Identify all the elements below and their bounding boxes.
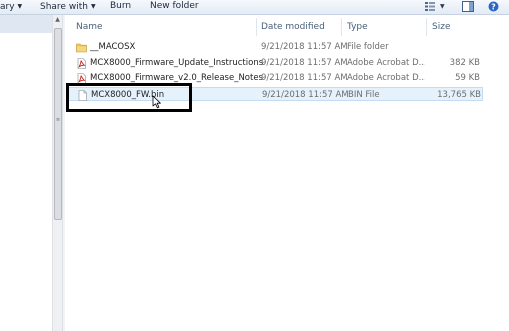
scroll-up-arrow-icon[interactable]: ▲ — [53, 15, 62, 25]
column-divider[interactable] — [256, 18, 257, 36]
file-size: 382 KB — [449, 58, 480, 68]
pane-splitter[interactable] — [63, 15, 65, 331]
scrollbar-grip-icon: ≡ — [55, 117, 61, 123]
share-with-button[interactable]: Share with ▼ — [40, 0, 96, 13]
navigation-pane[interactable] — [0, 15, 52, 331]
column-divider[interactable] — [426, 18, 427, 36]
new-folder-button[interactable]: New folder — [150, 0, 199, 13]
file-date-modified: 9/21/2018 11:57 AM — [261, 58, 348, 68]
file-type: Adobe Acrobat D... — [347, 58, 425, 68]
share-with-label: Share with — [40, 2, 88, 12]
navigation-pane-scrollbar[interactable]: ▲ ≡ — [52, 15, 63, 331]
organize-label: ary — [0, 2, 15, 12]
scrollbar-thumb[interactable]: ≡ — [54, 28, 62, 220]
column-divider[interactable] — [341, 18, 342, 36]
column-header-date-modified[interactable]: Date modified — [261, 18, 325, 36]
file-size: 59 KB — [455, 73, 480, 83]
column-header-name[interactable]: Name — [76, 18, 103, 36]
file-size — [428, 40, 480, 54]
file-name: __MACOSX — [90, 42, 136, 52]
view-options-icon[interactable] — [424, 1, 436, 12]
chevron-down-icon: ▼ — [90, 3, 96, 10]
navigation-pane-selected-item[interactable] — [0, 15, 52, 33]
file-type: Adobe Acrobat D... — [347, 73, 425, 83]
preview-pane-icon[interactable] — [462, 1, 474, 12]
file-date-modified: 9/21/2018 11:57 AM — [262, 90, 349, 100]
folder-icon — [76, 42, 87, 53]
help-icon[interactable]: ? — [488, 1, 499, 12]
command-bar: ary ▼ Share with ▼ Burn New folder ▼ ? — [0, 0, 509, 15]
annotation-highlight-box — [66, 83, 192, 112]
file-type: File folder — [347, 42, 389, 52]
organize-button[interactable]: ary ▼ — [0, 0, 22, 13]
file-row[interactable]: __MACOSX 9/21/2018 11:57 AM File folder — [68, 40, 483, 54]
file-name: MCX8000_Firmware_Update_Instructions — [90, 58, 264, 68]
file-size: 13,765 KB — [437, 90, 481, 100]
file-date-modified: 9/21/2018 11:57 AM — [261, 42, 348, 52]
file-type: BIN File — [348, 90, 380, 100]
burn-button[interactable]: Burn — [110, 0, 131, 13]
file-date-modified: 9/21/2018 11:57 AM — [261, 73, 348, 83]
mouse-cursor-icon — [152, 95, 162, 112]
view-menu-chevron-icon[interactable]: ▼ — [440, 1, 445, 12]
file-row[interactable]: MCX8000_Firmware_Update_Instructions 9/2… — [68, 56, 483, 70]
svg-text:?: ? — [491, 2, 496, 11]
column-header-type[interactable]: Type — [347, 18, 368, 36]
chevron-down-icon: ▼ — [17, 3, 23, 10]
column-header-size[interactable]: Size — [432, 18, 450, 36]
pdf-icon — [76, 58, 87, 69]
